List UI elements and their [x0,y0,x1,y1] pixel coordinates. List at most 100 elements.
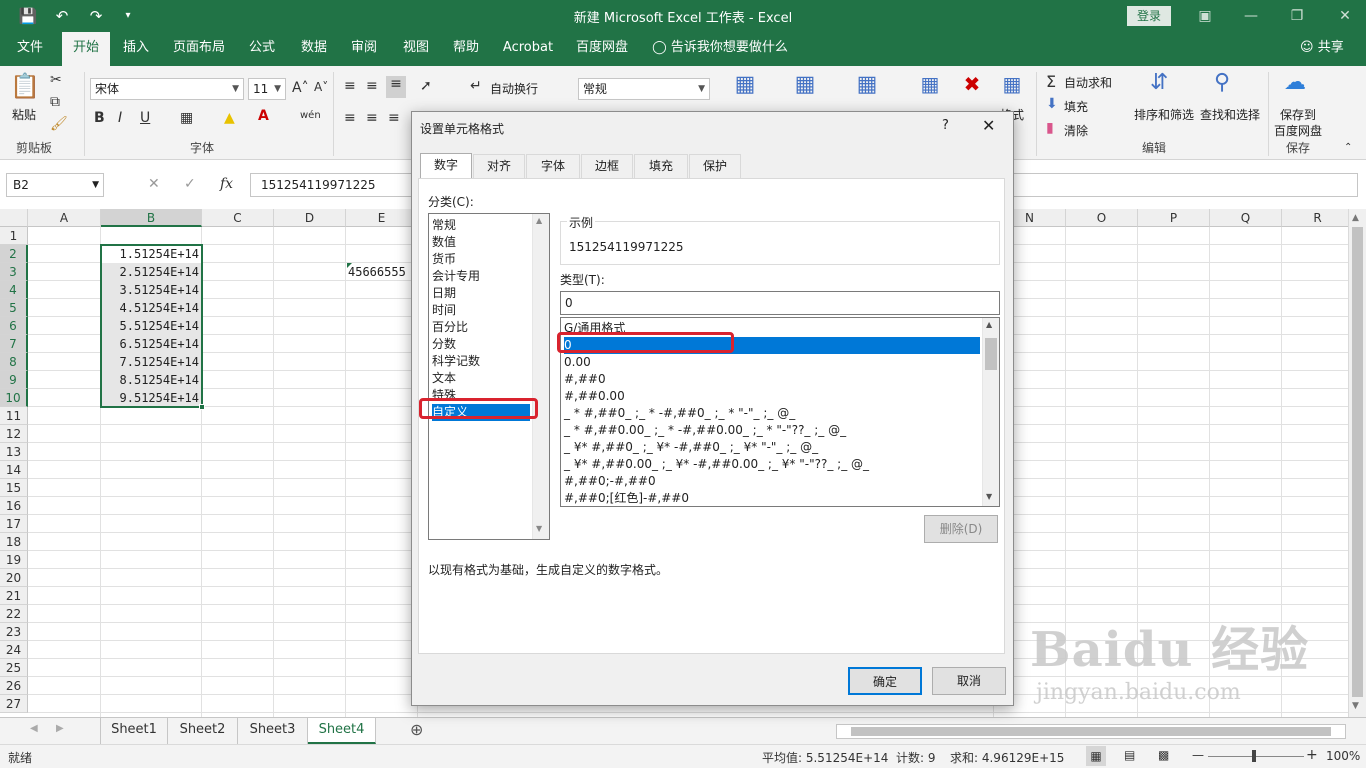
ok-button[interactable]: 确定 [848,667,922,695]
tab-insert[interactable]: 插入 [114,32,158,66]
row-header[interactable]: 25 [0,659,28,677]
zoom-slider[interactable] [1208,756,1304,757]
decrease-font-icon[interactable]: A˅ [314,80,328,94]
fill-handle[interactable] [199,404,205,410]
insert-function-icon[interactable]: fx [220,176,233,192]
fill-color-icon[interactable]: ▲ [224,110,235,126]
category-item[interactable]: 时间 [432,302,530,319]
col-header-d[interactable]: D [274,209,346,227]
font-size-select[interactable]: 11 ▼ [248,78,286,100]
row-header[interactable]: 6 [0,317,28,335]
tab-border[interactable]: 边框 [581,154,633,178]
format-as-table-icon[interactable]: ▦ [790,72,820,102]
col-header-p[interactable]: P [1138,209,1210,227]
format-painter-icon[interactable]: 🖌 [50,116,68,132]
scroll-thumb[interactable] [1352,227,1363,697]
category-item[interactable]: 会计专用 [432,268,530,285]
tab-help[interactable]: 帮助 [444,32,488,66]
row-header[interactable]: 14 [0,461,28,479]
type-input[interactable]: 0 [560,291,1000,315]
category-item[interactable]: 科学记数 [432,353,530,370]
vertical-scrollbar[interactable]: ▲ ▼ [1348,209,1366,717]
page-break-view-icon[interactable]: ▩ [1158,748,1169,762]
category-item[interactable]: 数值 [432,234,530,251]
tab-page-layout[interactable]: 页面布局 [168,32,230,66]
format-code-item[interactable]: #,##0.00 [564,388,980,405]
autosum-icon[interactable]: Σ [1046,72,1056,91]
tab-view[interactable]: 视图 [394,32,438,66]
number-format-select[interactable]: 常规 ▼ [578,78,710,100]
row-header[interactable]: 27 [0,695,28,713]
eraser-icon[interactable]: ▮ [1046,120,1054,136]
format-code-item[interactable]: _ * #,##0_ ;_ * -#,##0_ ;_ * "-"_ ;_ @_ [564,405,980,422]
sort-filter-icon[interactable]: ⇵ [1150,70,1168,95]
italic-icon[interactable]: I [118,110,122,126]
tab-review[interactable]: 审阅 [342,32,386,66]
select-all[interactable] [0,209,28,227]
zoom-out-icon[interactable]: — [1192,748,1204,762]
add-sheet-icon[interactable]: ⊕ [410,720,423,739]
sheet-tab-4[interactable]: Sheet4 [308,718,376,744]
align-left-icon[interactable]: ≡ [344,110,356,126]
col-header-e[interactable]: E [346,209,418,227]
name-box[interactable]: B2 ▼ [6,173,104,197]
selection-range[interactable] [100,244,203,408]
row-header[interactable]: 22 [0,605,28,623]
sheet-tab-3[interactable]: Sheet3 [238,718,308,744]
cut-icon[interactable]: ✂ [50,72,62,88]
tab-font[interactable]: 字体 [526,154,580,178]
cell-styles-icon[interactable]: ▦ [852,72,882,102]
tab-acrobat[interactable]: Acrobat [498,32,558,66]
next-sheet-icon[interactable]: ▶ [56,723,64,734]
format-code-item[interactable]: #,##0;-#,##0 [564,473,980,490]
row-header[interactable]: 3 [0,263,28,281]
category-item[interactable]: 常规 [432,217,530,234]
row-header[interactable]: 16 [0,497,28,515]
close-icon[interactable]: ✕ [1330,6,1360,26]
font-color-icon[interactable]: A [258,108,269,124]
tab-file[interactable]: 文件 [8,32,52,66]
zoom-level[interactable]: 100% [1326,749,1360,763]
tab-number[interactable]: 数字 [420,153,472,179]
delete-format-button[interactable]: 删除(D) [924,515,998,543]
scroll-down-icon[interactable]: ▼ [536,524,542,533]
h-scroll-thumb[interactable] [851,727,1331,736]
increase-font-icon[interactable]: A˄ [292,80,309,96]
scroll-down-icon[interactable]: ▼ [986,492,992,501]
prev-sheet-icon[interactable]: ◀ [30,723,38,734]
col-header-b[interactable]: B [101,209,202,227]
col-header-a[interactable]: A [28,209,101,227]
wrap-text-label[interactable]: 自动换行 [490,80,538,97]
find-select-label[interactable]: 查找和选择 [1200,106,1260,123]
tell-me-search[interactable]: ◯ 告诉我你想要做什么 [650,32,790,66]
category-item[interactable]: 日期 [432,285,530,302]
ribbon-display-icon[interactable]: ▣ [1190,6,1220,26]
underline-icon[interactable]: U [140,110,150,126]
sort-filter-label[interactable]: 排序和筛选 [1134,106,1194,123]
fill-down-icon[interactable]: ⬇ [1046,96,1058,112]
col-header-q[interactable]: Q [1210,209,1282,227]
category-item[interactable]: 货币 [432,251,530,268]
maximize-icon[interactable]: ❐ [1282,6,1312,26]
baidu-cloud-icon[interactable]: ☁ [1284,70,1306,95]
cell-e3[interactable]: 45666555 [348,263,406,281]
tab-protection[interactable]: 保护 [689,154,741,178]
wrap-text-icon[interactable]: ↵ [470,78,482,94]
sheet-tab-1[interactable]: Sheet1 [100,718,168,744]
sheet-tab-2[interactable]: Sheet2 [168,718,238,744]
phonetic-icon[interactable]: wén [300,110,321,121]
tab-data[interactable]: 数据 [292,32,336,66]
scroll-down-icon[interactable]: ▼ [1352,701,1359,711]
category-item[interactable]: 分数 [432,336,530,353]
scroll-thumb[interactable] [985,338,997,370]
row-header[interactable]: 9 [0,371,28,389]
page-layout-view-icon[interactable]: ▤ [1124,748,1135,762]
fill-label[interactable]: 填充 [1064,98,1088,115]
share-button[interactable]: ☺ 共享 [1300,32,1344,64]
normal-view-icon[interactable]: ▦ [1086,746,1106,766]
confirm-entry-icon[interactable]: ✓ [184,176,196,192]
format-code-item[interactable]: _ ¥* #,##0.00_ ;_ ¥* -#,##0.00_ ;_ ¥* "-… [564,456,980,473]
align-bottom-icon[interactable]: ≡ [386,76,406,98]
collapse-ribbon-icon[interactable]: ⌃ [1344,142,1352,153]
col-header-c[interactable]: C [202,209,274,227]
